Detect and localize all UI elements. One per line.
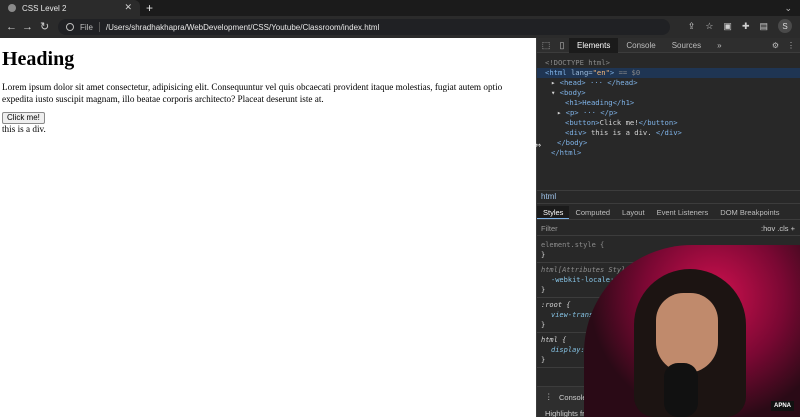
- dom-body-node[interactable]: ▾ <body>: [537, 88, 800, 98]
- puzzle-icon[interactable]: ✚: [742, 21, 750, 32]
- devtools-tabbar: ⬚ ▯ Elements Console Sources » ⚙ ⋮: [537, 37, 800, 53]
- dom-doctype[interactable]: <!DOCTYPE html>: [537, 58, 800, 68]
- sidepanel-icon[interactable]: ▤: [759, 21, 768, 32]
- dom-div-node[interactable]: <div> this is a div. </div>: [537, 128, 800, 138]
- dom-tree: <!DOCTYPE html> <html lang="en"> == $0 ▸…: [537, 54, 800, 188]
- tab-console[interactable]: Console: [618, 38, 663, 53]
- dom-html-close[interactable]: </html>: [537, 148, 800, 158]
- presenter-face: [656, 293, 718, 373]
- reload-button[interactable]: ↻: [40, 16, 49, 38]
- back-button[interactable]: ←: [6, 16, 17, 38]
- tab-event-listeners[interactable]: Event Listeners: [651, 206, 715, 219]
- browser-toolbar: ← → ↻ File /Users/shradhakhapra/WebDevel…: [0, 16, 800, 38]
- devtools-actions: ⚙ ⋮: [772, 41, 800, 50]
- microphone-icon: [664, 363, 698, 417]
- extension-icon[interactable]: ▣: [723, 21, 732, 32]
- dom-button-node[interactable]: <button>Click me!</button>: [537, 118, 800, 128]
- tab-layout[interactable]: Layout: [616, 206, 651, 219]
- drawer-tab-console[interactable]: Console: [559, 393, 587, 402]
- browser-tab[interactable]: CSS Level 2 ✕: [0, 0, 140, 16]
- dom-p-node[interactable]: ▸ <p> ··· </p>: [537, 108, 800, 118]
- kebab-menu-icon[interactable]: ⋮: [787, 41, 795, 50]
- divider: [98, 22, 100, 32]
- dom-h1-node[interactable]: <h1>Heading</h1>: [537, 98, 800, 108]
- device-toggle-icon[interactable]: ▯: [555, 38, 569, 52]
- dom-html-node[interactable]: <html lang="en"> == $0: [537, 68, 800, 78]
- breadcrumb[interactable]: html: [537, 190, 800, 204]
- profile-avatar[interactable]: S: [778, 19, 792, 33]
- styles-filter-input[interactable]: Filter :hov .cls +: [537, 222, 800, 236]
- tab-search-icon[interactable]: ⌄: [784, 0, 792, 16]
- more-tabs-button[interactable]: »: [709, 38, 729, 53]
- tab-title: CSS Level 2: [22, 3, 67, 13]
- star-icon[interactable]: ☆: [705, 21, 713, 32]
- site-info-icon[interactable]: [66, 23, 74, 31]
- scheme-label: File: [80, 22, 93, 32]
- tab-sources[interactable]: Sources: [664, 38, 709, 53]
- styles-filter-actions[interactable]: :hov .cls +: [761, 222, 795, 236]
- drawer-menu-icon[interactable]: ⋮: [545, 392, 553, 401]
- share-icon[interactable]: ⇪: [688, 21, 696, 32]
- tab-strip: CSS Level 2 ✕ + ⌄: [0, 0, 800, 16]
- dom-body-close[interactable]: </body>: [537, 138, 800, 148]
- click-me-button[interactable]: Click me!: [2, 112, 45, 124]
- page-paragraph: Lorem ipsum dolor sit amet consectetur, …: [2, 82, 503, 104]
- tab-computed[interactable]: Computed: [569, 206, 616, 219]
- page-viewport: Heading Lorem ipsum dolor sit amet conse…: [0, 38, 536, 417]
- page-div-text: this is a div.: [2, 124, 46, 134]
- favicon-icon: [8, 4, 16, 12]
- channel-logo: APNA: [770, 401, 794, 411]
- styles-tabbar: Styles Computed Layout Event Listeners D…: [537, 206, 800, 220]
- tab-dom-breakpoints[interactable]: DOM Breakpoints: [714, 206, 785, 219]
- page-heading: Heading: [2, 48, 75, 70]
- inspect-icon[interactable]: ⬚: [539, 38, 553, 52]
- address-bar[interactable]: File /Users/shradhakhapra/WebDevelopment…: [58, 19, 670, 35]
- drawer-message: Highlights fro: [545, 409, 589, 417]
- dom-head-node[interactable]: ▸ <head> ··· </head>: [537, 78, 800, 88]
- new-tab-button[interactable]: +: [146, 0, 153, 16]
- forward-button[interactable]: →: [22, 16, 33, 38]
- url-text[interactable]: /Users/shradhakhapra/WebDevelopment/CSS/…: [106, 23, 379, 32]
- tab-styles[interactable]: Styles: [537, 206, 570, 219]
- tab-elements[interactable]: Elements: [569, 37, 619, 53]
- settings-icon[interactable]: ⚙: [772, 41, 779, 50]
- toolbar-actions: ⇪ ☆ ▣ ✚ ▤ S: [688, 19, 792, 33]
- close-tab-icon[interactable]: ✕: [124, 2, 132, 13]
